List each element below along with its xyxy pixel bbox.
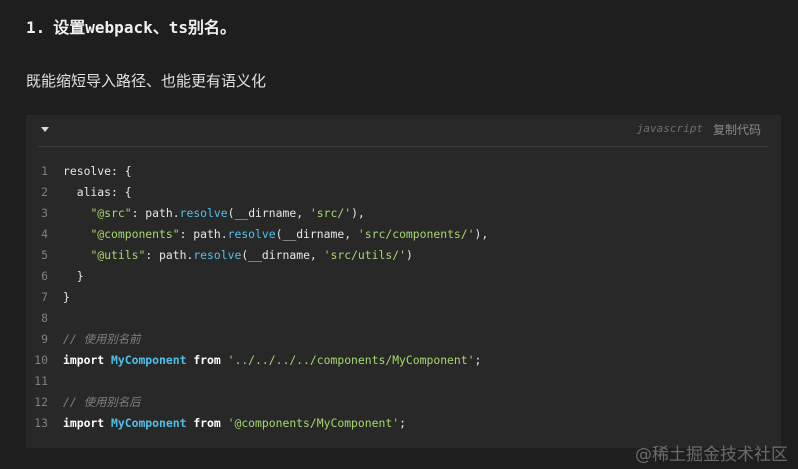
line-code: // 使用别名前 xyxy=(63,329,141,350)
code-line: 2 alias: { xyxy=(26,182,781,203)
line-code: resolve: { xyxy=(63,161,132,182)
code-token: 'src/' xyxy=(309,206,352,220)
line-code: import MyComponent from '../../../../com… xyxy=(63,350,481,371)
code-line: 7} xyxy=(26,287,781,308)
line-code: "@src": path.resolve(__dirname, 'src/'), xyxy=(63,203,365,224)
code-token: import xyxy=(63,353,105,367)
code-token: resolve xyxy=(227,227,276,241)
heading-tool-ts: ts xyxy=(168,18,188,37)
code-token: : path. xyxy=(131,206,180,220)
line-code: import MyComponent from '@components/MyC… xyxy=(63,413,406,434)
code-line: 9 // 使用别名前 xyxy=(26,329,781,350)
code-token: // 使用别名前 xyxy=(63,332,141,346)
code-token: from xyxy=(193,416,221,430)
line-number: 12 xyxy=(34,395,48,409)
line-number: 10 xyxy=(34,353,48,367)
code-token: (__dirname, xyxy=(227,206,310,220)
code-token: "@utils" xyxy=(90,248,146,262)
heading-tool-webpack: webpack xyxy=(85,18,153,37)
line-code: } xyxy=(63,287,70,308)
code-token: ) xyxy=(405,248,413,262)
code-token: ; xyxy=(399,416,406,430)
code-token: "@components" xyxy=(90,227,180,241)
line-number: 5 xyxy=(41,248,48,262)
line-number: 13 xyxy=(34,416,48,430)
code-token: ), xyxy=(351,206,365,220)
code-divider xyxy=(38,146,769,147)
code-token: (__dirname, xyxy=(275,227,358,241)
code-token: from xyxy=(193,353,221,367)
line-number: 11 xyxy=(34,374,48,388)
section-heading: 1. 设置webpack、ts别名。 xyxy=(26,14,236,38)
code-token: import xyxy=(63,416,105,430)
line-code: // 使用别名后 xyxy=(63,392,141,413)
heading-number: 1. xyxy=(26,18,46,37)
code-token: resolve: { xyxy=(63,164,132,178)
code-line: 10 import MyComponent from '../../../../c… xyxy=(26,350,781,371)
code-token: "@src" xyxy=(90,206,132,220)
code-block: javascript 复制代码 1 resolve: {2 alias: {3 "… xyxy=(26,115,781,448)
line-number: 7 xyxy=(41,290,48,304)
code-token: (__dirname, xyxy=(241,248,324,262)
code-token: : path. xyxy=(179,227,228,241)
code-line: 11 xyxy=(26,371,781,392)
line-number: 8 xyxy=(41,311,48,325)
code-lines: 1 resolve: {2 alias: {3 "@src": path.reso… xyxy=(26,161,781,434)
heading-suffix: 别名。 xyxy=(188,18,237,37)
heading-separator: 、 xyxy=(152,18,169,37)
line-code: "@utils": path.resolve(__dirname, 'src/u… xyxy=(63,245,413,266)
copy-code-button[interactable]: 复制代码 xyxy=(713,121,761,138)
line-code: alias: { xyxy=(63,182,132,203)
watermark: @稀土掘金技术社区 xyxy=(635,445,788,465)
heading-prefix: 设置 xyxy=(53,18,86,37)
line-number: 4 xyxy=(41,227,48,241)
code-token: // 使用别名后 xyxy=(63,395,141,409)
code-token: MyComponent xyxy=(111,416,187,430)
code-language-label: javascript xyxy=(636,122,703,135)
code-token: } xyxy=(63,269,84,283)
code-token: 'src/components/' xyxy=(357,227,475,241)
code-line: 13 import MyComponent from '@components/M… xyxy=(26,413,781,434)
code-line: 1 resolve: { xyxy=(26,161,781,182)
code-token: alias: { xyxy=(63,185,132,199)
line-code: } xyxy=(63,266,84,287)
line-number: 9 xyxy=(41,332,48,346)
code-token: 'src/utils/' xyxy=(323,248,406,262)
code-token: resolve xyxy=(179,206,228,220)
code-line: 12 // 使用别名后 xyxy=(26,392,781,413)
code-token: } xyxy=(63,290,70,304)
code-token: '../../../../components/MyComponent' xyxy=(227,353,475,367)
code-token: '@components/MyComponent' xyxy=(227,416,400,430)
line-number: 6 xyxy=(41,269,48,283)
code-line: 5 "@utils": path.resolve(__dirname, 'src… xyxy=(26,245,781,266)
code-token: resolve xyxy=(193,248,242,262)
line-number: 2 xyxy=(41,185,48,199)
caret-down-icon[interactable] xyxy=(41,127,49,132)
code-token: ), xyxy=(474,227,489,241)
line-code: "@components": path.resolve(__dirname, '… xyxy=(63,224,488,245)
description-paragraph: 既能缩短导入路径、也能更有语义化 xyxy=(26,72,267,90)
code-line: 3 "@src": path.resolve(__dirname, 'src/'… xyxy=(26,203,781,224)
code-line: 8 xyxy=(26,308,781,329)
code-token: MyComponent xyxy=(111,353,187,367)
code-toolbar: javascript 复制代码 xyxy=(26,115,781,145)
code-line: 6 } xyxy=(26,266,781,287)
code-token: : path. xyxy=(145,248,194,262)
line-number: 1 xyxy=(41,164,48,178)
code-token: ; xyxy=(474,353,482,367)
code-line: 4 "@components": path.resolve(__dirname,… xyxy=(26,224,781,245)
line-number: 3 xyxy=(41,206,48,220)
